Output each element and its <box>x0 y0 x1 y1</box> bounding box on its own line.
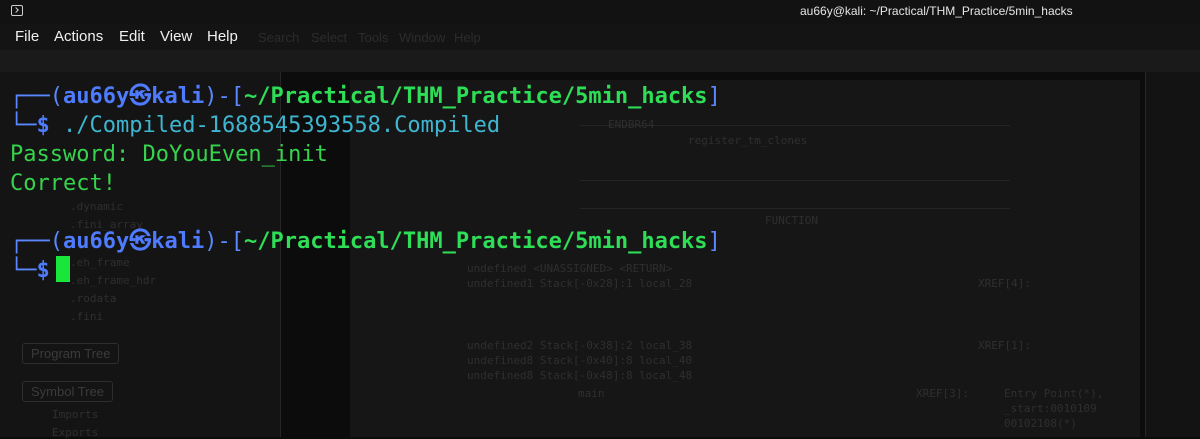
prompt-line: ┌──(au66y㉿kali)-[~/Practical/THM_Practic… <box>10 84 721 109</box>
terminal-output[interactable]: ┌──(au66y㉿kali)-[~/Practical/THM_Practic… <box>0 82 1200 402</box>
bg-menu-tools: Tools <box>358 30 389 45</box>
bg-menu-window: Window <box>399 30 446 45</box>
command-line: └─$ ./Compiled-1688545393558.Compiled <box>10 113 501 138</box>
bg-symbol-item: Exports <box>52 426 99 439</box>
command-text: ./Compiled-1688545393558.Compiled <box>63 113 501 138</box>
menu-help[interactable]: Help <box>207 28 238 45</box>
menu-view[interactable]: View <box>160 28 192 45</box>
prompt-user: au66y <box>62 229 130 254</box>
bg-symbol-item: Imports <box>52 408 99 421</box>
text-cursor <box>55 256 70 282</box>
terminal-app-icon[interactable] <box>11 5 23 16</box>
bg-toolbar <box>0 50 1200 72</box>
prompt-host: kali <box>151 229 205 254</box>
prompt-at-symbol: ㉿ <box>129 229 152 254</box>
menu-file[interactable]: File <box>15 28 39 45</box>
output-password: Password: DoYouEven_init <box>10 142 328 167</box>
active-command-line[interactable]: └─$ <box>10 256 70 285</box>
prompt-at-symbol: ㉿ <box>129 84 152 109</box>
prompt-dollar: $ <box>36 113 50 138</box>
bg-menu-help: Help <box>454 30 481 45</box>
bg-listing-line: _start:0010109 <box>1004 402 1097 415</box>
menu-actions[interactable]: Actions <box>54 28 103 45</box>
menubar: File Actions Edit View Help Search Selec… <box>0 24 1200 50</box>
menu-edit[interactable]: Edit <box>119 28 145 45</box>
prompt-user: au66y <box>62 84 130 109</box>
prompt-path: ~/Practical/THM_Practice/5min_hacks <box>243 229 708 254</box>
prompt-dollar: $ <box>36 258 50 283</box>
window-title-bar: au66y@kali: ~/Practical/THM_Practice/5mi… <box>0 0 1200 24</box>
window-title: au66y@kali: ~/Practical/THM_Practice/5mi… <box>800 4 1073 18</box>
bg-listing-line: 00102108(*) <box>1004 417 1077 430</box>
prompt-path: ~/Practical/THM_Practice/5min_hacks <box>243 84 708 109</box>
bg-menu-select: Select <box>311 30 348 45</box>
prompt-host: kali <box>151 84 205 109</box>
bg-menu-search: Search <box>258 30 300 45</box>
prompt-line: ┌──(au66y㉿kali)-[~/Practical/THM_Practic… <box>10 229 721 254</box>
output-result: Correct! <box>10 171 116 196</box>
